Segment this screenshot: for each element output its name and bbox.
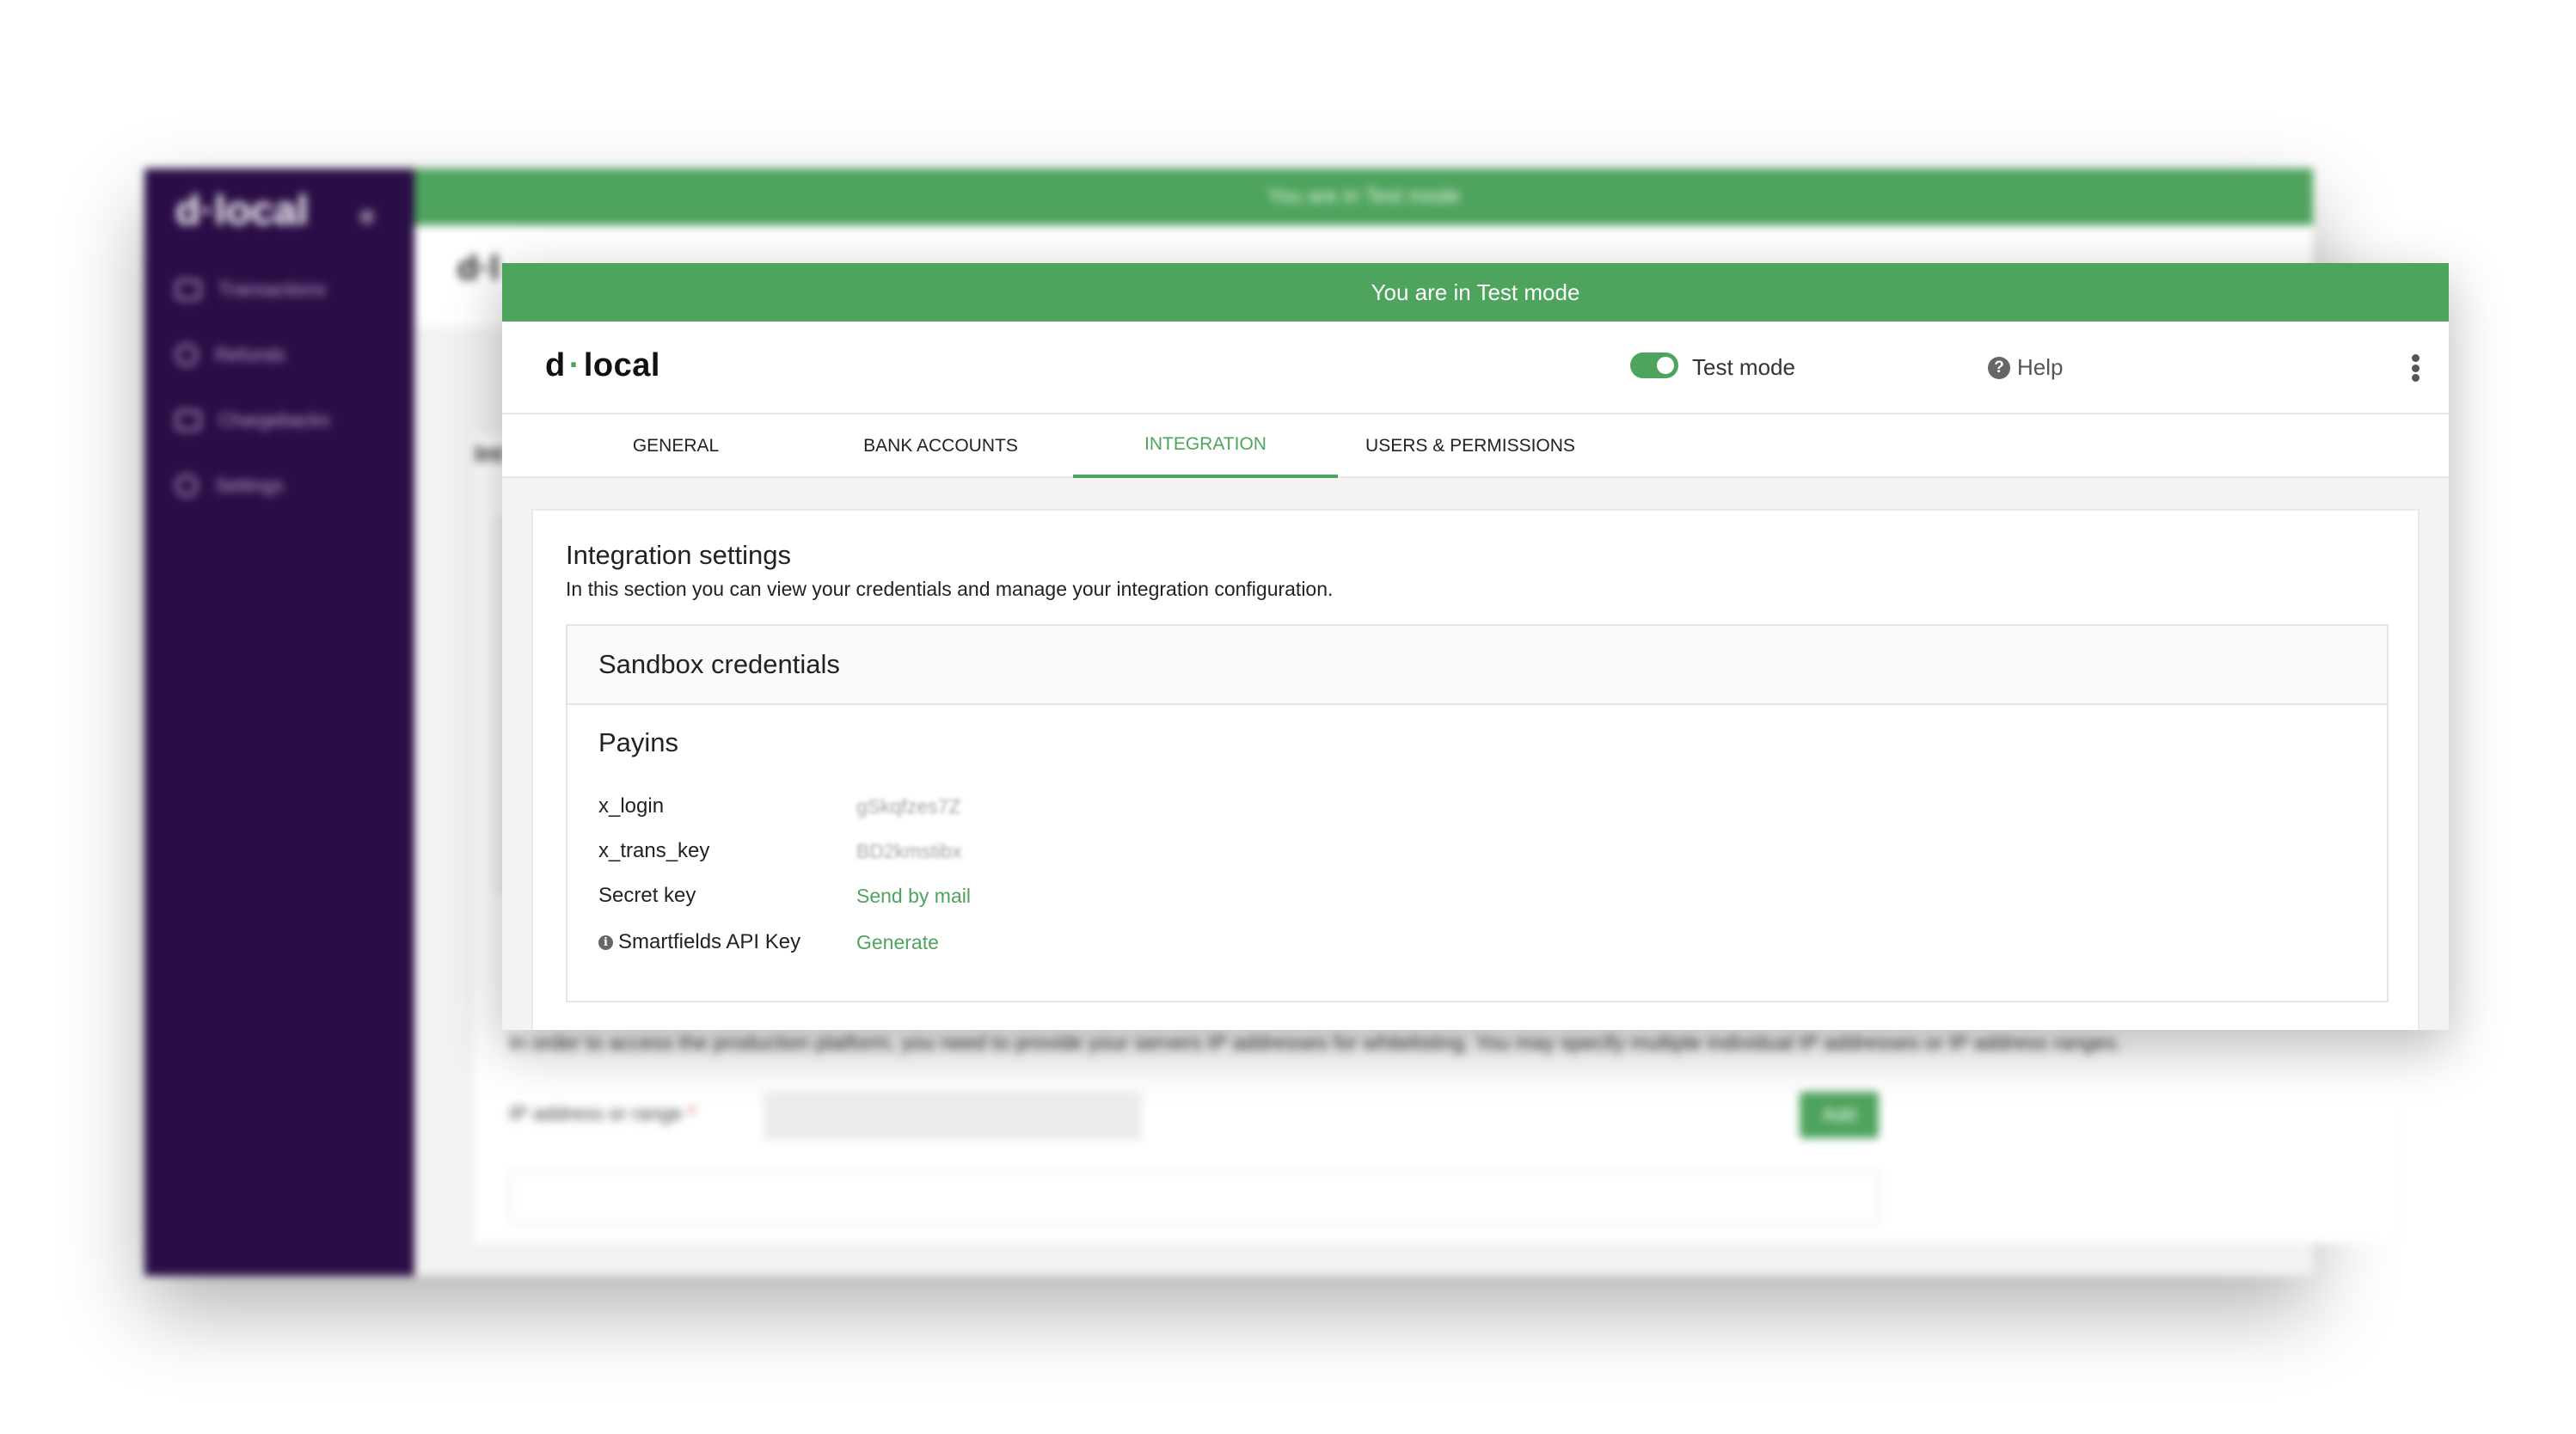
help-icon: ?: [1988, 356, 2010, 379]
sidebar-item-refunds[interactable]: Refunds: [175, 344, 285, 366]
help-label: Help: [2017, 354, 2064, 380]
tab-bank-accounts[interactable]: BANK ACCOUNTS: [808, 414, 1073, 478]
tab-users-permissions[interactable]: USERS & PERMISSIONS: [1338, 414, 1603, 478]
sidebar-item-label: Refunds: [215, 344, 285, 365]
ip-address-list: [509, 1171, 1880, 1224]
logo-right: local: [583, 347, 660, 383]
page-title: Integration settings: [566, 540, 791, 570]
sidebar-item-settings[interactable]: Settings: [175, 475, 284, 497]
tab-integration[interactable]: INTEGRATION: [1073, 414, 1338, 478]
ip-whitelist-description: In order to access the production platfo…: [509, 1032, 2122, 1055]
logo-left: d: [545, 347, 566, 383]
screenshot-stage: d·local ≡ Transactions Refunds Chargebac…: [0, 0, 2576, 1434]
test-mode-toggle[interactable]: [1630, 352, 1678, 378]
toggle-knob: [1657, 357, 1674, 374]
transactions-icon: [175, 279, 201, 300]
payins-heading: Payins: [598, 727, 679, 757]
help-link[interactable]: ? Help: [1988, 354, 2063, 381]
settings-tabs: GENERAL BANK ACCOUNTS INTEGRATION USERS …: [502, 414, 2449, 478]
dlocal-logo: d · local: [545, 347, 660, 384]
x-login-label: x_login: [598, 794, 665, 818]
sidebar-item-label: Settings: [215, 475, 284, 496]
sandbox-credentials-card: Sandbox credentials Payins x_login gSkqf…: [566, 624, 2389, 1002]
sidebar-item-label: Transactions: [218, 279, 327, 300]
ip-address-label-text: IP address or range: [509, 1102, 683, 1125]
background-test-mode-banner: You are in Test mode: [414, 169, 2313, 225]
foreground-window: You are in Test mode d · local Test mode ?…: [502, 263, 2449, 1030]
hamburger-icon[interactable]: ≡: [359, 203, 375, 232]
card-title: Sandbox credentials: [567, 626, 2387, 705]
refunds-icon: [175, 344, 198, 366]
generate-link[interactable]: Generate: [856, 931, 939, 954]
background-logo: d·local: [175, 188, 309, 234]
smartfields-api-key-label: i Smartfields API Key: [598, 930, 800, 954]
integration-panel: Integration settings In this section you…: [531, 509, 2420, 1030]
add-ip-button[interactable]: Add: [1800, 1092, 1879, 1138]
sidebar-item-transactions[interactable]: Transactions: [175, 279, 326, 301]
x-trans-key-value: BD2kmstibx: [856, 840, 962, 862]
x-trans-key-label: x_trans_key: [598, 839, 710, 862]
test-mode-label: Test mode: [1692, 354, 1795, 380]
ip-address-label: IP address or range *: [509, 1102, 696, 1125]
background-header-logo: d·l: [457, 249, 500, 287]
smartfields-api-key-text: Smartfields API Key: [618, 930, 801, 953]
app-header: d · local Test mode ? Help: [502, 322, 2449, 414]
background-sidebar: d·local ≡ Transactions Refunds Chargebac…: [144, 169, 414, 1276]
required-marker: *: [687, 1102, 696, 1125]
tab-general[interactable]: GENERAL: [543, 414, 808, 478]
chargebacks-icon: [175, 410, 201, 431]
secret-key-label: Secret key: [598, 884, 696, 907]
more-options-icon[interactable]: [2407, 351, 2423, 385]
settings-icon: [175, 475, 198, 497]
info-icon[interactable]: i: [598, 935, 613, 950]
ip-address-input[interactable]: [764, 1092, 1142, 1140]
sidebar-item-chargebacks[interactable]: Chargebacks: [175, 409, 330, 432]
sidebar-item-label: Chargebacks: [218, 409, 330, 431]
send-by-mail-link[interactable]: Send by mail: [856, 885, 971, 908]
x-login-value: gSkqfzes7Z: [856, 795, 961, 818]
page-description: In this section you can view your creden…: [566, 578, 1334, 600]
background-heading: Int: [475, 440, 505, 467]
logo-dot: ·: [568, 347, 580, 383]
test-mode-banner: You are in Test mode: [502, 263, 2449, 322]
